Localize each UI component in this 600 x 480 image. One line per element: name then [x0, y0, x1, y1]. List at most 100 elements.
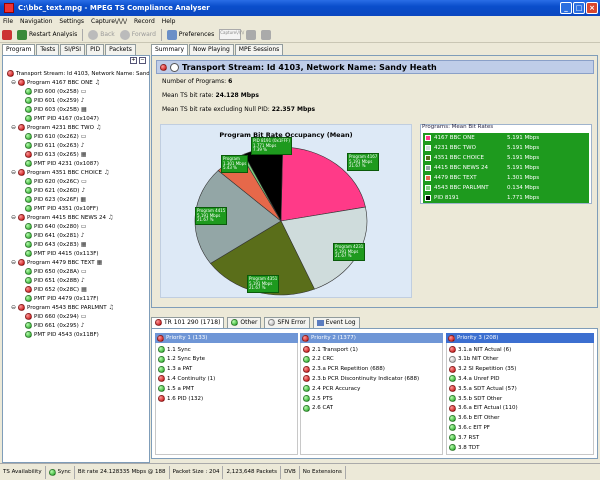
priority-header[interactable]: Priority 1 (133)	[155, 333, 298, 343]
priority-item[interactable]: 1.4 Continuity (1)	[158, 374, 215, 383]
priority-item[interactable]: 1.1 Sync	[158, 345, 191, 354]
maximize-button[interactable]: □	[573, 2, 585, 14]
program-tree[interactable]: + − Transport Stream: Id 4103, Network N…	[2, 55, 150, 463]
tab-program[interactable]: Program	[2, 44, 36, 55]
priority-item[interactable]: 3.6.a EIT Actual (110)	[449, 404, 518, 413]
tab-pid[interactable]: PID	[86, 44, 105, 55]
tree-pid[interactable]: PID 613 (0x265) ▦	[25, 150, 86, 159]
tab-packets[interactable]: Packets	[105, 44, 136, 55]
priority-item[interactable]: 2.3.a PCR Repetition (688)	[303, 365, 385, 374]
tree-pid[interactable]: PMT PID 4167 (0x1047)	[25, 114, 99, 123]
priority-header[interactable]: Priority 2 (1377)	[300, 333, 443, 343]
restart-analysis-button[interactable]: Restart Analysis	[17, 29, 77, 40]
tab-tr101290[interactable]: TR 101 290 (1718)	[151, 316, 225, 328]
tree-pid[interactable]: PID 641 (0x281) ♪	[25, 231, 85, 240]
tree-program[interactable]: ⊖ Program 4351 BBC CHOICE ♫	[11, 168, 109, 177]
priority-item[interactable]: 2.4 PCR Accuracy	[303, 384, 360, 393]
tree-pid[interactable]: PID 651 (0x28B) ♪	[25, 276, 85, 285]
close-button[interactable]: ×	[586, 2, 598, 14]
priority-item[interactable]: 3.2 SI Repetition (35)	[449, 365, 516, 374]
legend-item[interactable]: 4543 BBC PARLMNT 0.134 Mbps	[423, 183, 589, 193]
tree-pid[interactable]: PID 611 (0x263) ♪	[25, 141, 85, 150]
priority-item[interactable]: 2.2 CRC	[303, 355, 334, 364]
priority-item[interactable]: 3.4.a Unref PID	[449, 374, 500, 383]
priority-item[interactable]: 2.6 CAT	[303, 404, 333, 413]
legend-item[interactable]: 4415 BBC NEWS 24 5.191 Mbps	[423, 163, 589, 173]
expander-icon[interactable]: ⊖	[11, 304, 16, 311]
priority-header[interactable]: Priority 3 (208)	[446, 333, 594, 343]
tree-pid[interactable]: PID 660 (0x294) ▭	[25, 312, 86, 321]
tree-pid[interactable]: PID 643 (0x283) ▦	[25, 240, 86, 249]
priority-item[interactable]: 3.5.a SDT Actual (57)	[449, 384, 517, 393]
tree-pid[interactable]: PMT PID 4415 (0x113F)	[25, 249, 99, 258]
priority-item[interactable]: 2.3.b PCR Discontinuity Indicator (688)	[303, 374, 419, 383]
stop-icon[interactable]	[2, 29, 12, 40]
priority-item[interactable]: 3.6.c EIT PF	[449, 423, 490, 432]
tab-event-log[interactable]: Event Log	[312, 316, 360, 328]
minimize-button[interactable]: _	[560, 2, 572, 14]
tab-si-psi[interactable]: SI/PSI	[60, 44, 86, 55]
priority-item[interactable]: 3.8 TDT	[449, 443, 479, 452]
legend-item[interactable]: 4479 BBC TEXT 1.301 Mbps	[423, 173, 589, 183]
tree-program[interactable]: ⊖ Program 4167 BBC ONE ♫	[11, 78, 100, 87]
tree-pid[interactable]: PID 600 (0x258) ▭	[25, 87, 86, 96]
tree-root[interactable]: Transport Stream: Id 4103, Network Name:…	[7, 69, 149, 78]
preferences-button[interactable]: Preferences	[166, 29, 214, 40]
menu-capture[interactable]: Capture\/\/\/	[91, 18, 127, 25]
menu-navigation[interactable]: Navigation	[20, 18, 52, 25]
tree-pid[interactable]: PMT PID 4479 (0x117F)	[25, 294, 99, 303]
tree-pid[interactable]: PMT PID 4351 (0x10FF)	[25, 204, 98, 213]
collapse-icon[interactable]: −	[139, 57, 146, 64]
tree-program[interactable]: ⊖ Program 4543 BBC PARLMNT ♫	[11, 303, 114, 312]
legend-item[interactable]: 4167 BBC ONE 5.191 Mbps	[423, 133, 589, 143]
tree-pid[interactable]: PID 661 (0x295) ♪	[25, 321, 85, 330]
tree-pid[interactable]: PID 623 (0x26F) ▦	[25, 195, 86, 204]
priority-item[interactable]: 1.2 Sync Byte	[158, 355, 205, 364]
tree-pid[interactable]: PMT PID 4231 (0x1087)	[25, 159, 99, 168]
priority-item[interactable]: 3.7 RST	[449, 433, 479, 442]
tree-pid[interactable]: PID 621 (0x26D) ♪	[25, 186, 85, 195]
legend-item[interactable]: 4351 BBC CHOICE 5.191 Mbps	[423, 153, 589, 163]
tree-pid[interactable]: PID 620 (0x26C) ▭	[25, 177, 87, 186]
tab-tests[interactable]: Tests	[36, 44, 60, 55]
priority-item[interactable]: 1.6 PID (132)	[158, 394, 203, 403]
tree-pid[interactable]: PMT PID 4543 (0x11BF)	[25, 330, 99, 339]
forward-button[interactable]: Forward	[119, 29, 156, 40]
priority-item[interactable]: 2.1 Transport (1)	[303, 345, 358, 354]
tree-pid[interactable]: PID 603 (0x25B) ▦	[25, 105, 87, 114]
priority-item[interactable]: 1.5 a PMT	[158, 384, 194, 393]
tree-pid[interactable]: PID 610 (0x262) ▭	[25, 132, 86, 141]
play-icon[interactable]	[246, 29, 257, 40]
priority-item[interactable]: 1.3 a PAT	[158, 365, 192, 374]
menu-settings[interactable]: Settings	[59, 18, 84, 25]
expander-icon[interactable]: ⊖	[11, 79, 16, 86]
tab-now-playing[interactable]: Now Playing	[189, 44, 234, 55]
priority-item[interactable]: 2.5 PTS	[303, 394, 333, 403]
priority-item[interactable]: 3.6.b EIT Other	[449, 414, 500, 423]
legend-item[interactable]: PID 8191 1.771 Mbps	[423, 193, 589, 203]
priority-item[interactable]: 3.1b NIT Other	[449, 355, 498, 364]
tab-mpe-sessions[interactable]: MPE Sessions	[234, 44, 284, 55]
expander-icon[interactable]: ⊖	[11, 169, 16, 176]
record-icon[interactable]	[261, 29, 272, 40]
menu-record[interactable]: Record	[134, 18, 155, 25]
expander-icon[interactable]: ⊖	[11, 259, 16, 266]
menu-file[interactable]: File	[3, 18, 13, 25]
menu-help[interactable]: Help	[162, 18, 176, 25]
tree-program[interactable]: ⊖ Program 4415 BBC NEWS 24 ♫	[11, 213, 113, 222]
priority-item[interactable]: 3.5.b SDT Other	[449, 394, 502, 403]
capture-button[interactable]: Capture\/\/\/	[219, 29, 244, 40]
tree-pid[interactable]: PID 650 (0x28A) ▭	[25, 267, 87, 276]
legend-item[interactable]: 4231 BBC TWO 5.191 Mbps	[423, 143, 589, 153]
tree-program[interactable]: ⊖ Program 4479 BBC TEXT ▦	[11, 258, 102, 267]
tab-sfn-error[interactable]: SFN Error	[264, 316, 310, 328]
expander-icon[interactable]: ⊖	[11, 214, 16, 221]
expand-icon[interactable]: +	[130, 57, 137, 64]
priority-item[interactable]: 3.1.a NIT Actual (6)	[449, 345, 511, 354]
tree-pid[interactable]: PID 640 (0x280) ▭	[25, 222, 86, 231]
tab-other[interactable]: Other	[227, 316, 262, 328]
expander-icon[interactable]: ⊖	[11, 124, 16, 131]
tab-summary[interactable]: Summary	[151, 44, 188, 55]
tree-pid[interactable]: PID 601 (0x259) ♪	[25, 96, 85, 105]
tree-program[interactable]: ⊖ Program 4231 BBC TWO ♫	[11, 123, 101, 132]
